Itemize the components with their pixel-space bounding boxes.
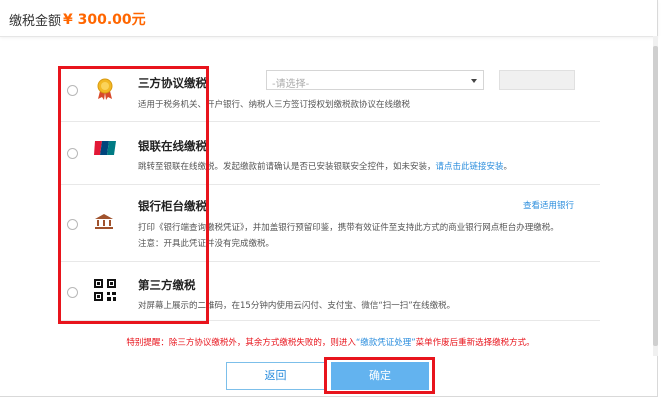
- radio-tripartite[interactable]: [67, 85, 78, 96]
- view-applicable-banks-link[interactable]: 查看适用银行: [523, 199, 574, 211]
- radio-unionpay[interactable]: [67, 148, 78, 159]
- agreement-number-field[interactable]: [499, 70, 575, 90]
- option-desc-unionpay: 跳转至银联在线缴税。发起缴款前请确认是否已安装银联安全控件，如未安装，请点击此链…: [138, 160, 512, 172]
- dialog-header: 缴税金额 ¥ 300.00元: [0, 0, 658, 37]
- qr-code-icon: [94, 279, 116, 301]
- radio-bank-counter[interactable]: [67, 219, 78, 230]
- select-placeholder: -请选择-: [272, 79, 310, 90]
- unionpay-icon: [94, 140, 116, 156]
- chevron-down-icon: [471, 79, 477, 83]
- payment-voucher-link[interactable]: “缴款凭证处理”: [356, 338, 416, 348]
- install-plugin-link[interactable]: 请点击此链接安装: [436, 162, 504, 172]
- back-button[interactable]: 返回: [226, 362, 325, 390]
- scrollbar-thumb[interactable]: [653, 46, 658, 346]
- warning-text: 特别提醒：除三方协议缴税外，其余方式缴税失败的，则进入: [126, 338, 356, 348]
- option-title-unionpay: 银联在线缴税: [138, 139, 207, 153]
- option-unionpay[interactable]: 银联在线缴税 跳转至银联在线缴税。发起缴款前请确认是否已安装银联安全控件，如未安…: [59, 122, 600, 185]
- scrollbar[interactable]: [653, 36, 658, 356]
- option-title-third-party: 第三方缴税: [138, 278, 196, 292]
- option-title-bank-counter: 银行柜台缴税: [138, 199, 207, 213]
- option-title-tripartite: 三方协议缴税: [138, 76, 207, 90]
- payment-dialog: 缴税金额 ¥ 300.00元 三方协议缴税 -请选择- 适用于税务机关、开户银行…: [0, 0, 658, 397]
- option-desc-bank-counter: 打印《银行端查询缴税凭证》，并加盖银行预留印鉴，携带有效证件至支持此方式的商业银…: [138, 223, 559, 233]
- special-warning: 特别提醒：除三方协议缴税外，其余方式缴税失败的，则进入“缴款凭证处理”菜单作废后…: [0, 336, 661, 348]
- option-tripartite[interactable]: 三方协议缴税 -请选择- 适用于税务机关、开户银行、纳税人三方签订授权划缴税款协…: [59, 66, 600, 122]
- bank-icon: [94, 212, 114, 230]
- option-desc-third-party: 对屏幕上展示的二维码，在15分钟内使用云闪付、支付宝、微信“扫一扫”在线缴税。: [138, 301, 456, 311]
- agreement-select[interactable]: -请选择-: [266, 70, 484, 90]
- option-desc-tripartite: 适用于税务机关、开户银行、纳税人三方签订授权划缴税款协议在线缴税: [138, 100, 411, 110]
- medal-icon: [94, 77, 116, 100]
- radio-third-party[interactable]: [67, 287, 78, 298]
- unionpay-desc-end: 。: [503, 162, 513, 172]
- tax-amount-value: ¥ 300.00元: [63, 12, 146, 28]
- option-bank-counter[interactable]: 银行柜台缴税 查看适用银行 打印《银行端查询缴税凭证》，并加盖银行预留印鉴，携带…: [59, 185, 600, 262]
- tax-amount-label: 缴税金额: [9, 14, 62, 29]
- option-note-bank-counter: 注意：开具此凭证并没有完成缴税。: [138, 239, 275, 249]
- option-third-party[interactable]: 第三方缴税 对屏幕上展示的二维码，在15分钟内使用云闪付、支付宝、微信“扫一扫”…: [59, 262, 600, 321]
- unionpay-desc-text: 跳转至银联在线缴税。发起缴款前请确认是否已安装银联安全控件，如未安装，: [138, 162, 436, 172]
- warning-text-end: 菜单作废后重新选择缴税方式。: [415, 338, 535, 348]
- confirm-button[interactable]: 确定: [331, 362, 429, 390]
